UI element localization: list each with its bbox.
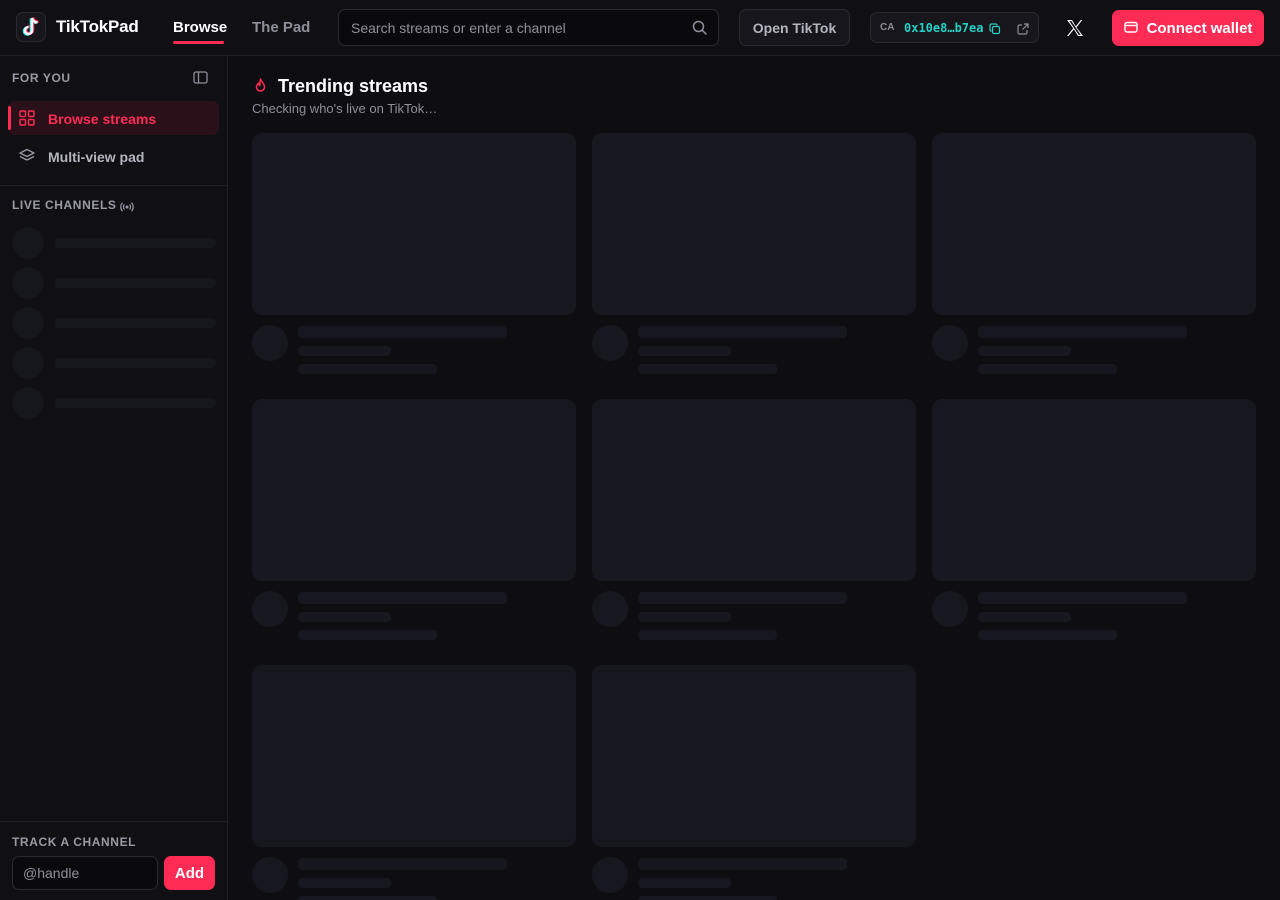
stream-card-skeleton	[932, 133, 1256, 383]
sidebar-divider	[0, 821, 228, 822]
sidebar-item-multi-view-pad[interactable]: Multi-view pad	[8, 139, 219, 173]
wallet-icon	[1123, 20, 1138, 37]
contract-label: CA	[880, 22, 895, 33]
search-box	[338, 9, 719, 46]
top-bar: TikTokPad Browse The Pad Open TikTok CA …	[0, 0, 1280, 56]
live-channel-skeleton	[12, 347, 216, 379]
page-subtitle: Checking who's live on TikTok…	[252, 101, 438, 116]
app-name: TikTokPad	[56, 17, 139, 36]
for-you-heading: FOR YOU	[12, 71, 71, 85]
active-tab-indicator	[173, 41, 224, 44]
live-channels-heading: LIVE CHANNELS	[12, 198, 117, 212]
sidebar-item-label: Multi-view pad	[48, 149, 145, 165]
live-channel-skeleton	[12, 387, 216, 419]
page-title: Trending streams	[278, 76, 429, 96]
track-channel-heading: TRACK A CHANNEL	[12, 835, 137, 849]
stream-card-skeleton	[592, 133, 916, 383]
tab-browse[interactable]: Browse	[173, 19, 227, 36]
sidebar-item-browse-streams[interactable]: Browse streams	[8, 101, 219, 135]
sidebar: FOR YOU Browse streams Multi-view pad LI…	[0, 56, 228, 900]
grid-icon	[19, 110, 35, 131]
flame-icon	[254, 78, 267, 98]
stream-card-skeleton	[252, 399, 576, 649]
tab-the-pad[interactable]: The Pad	[252, 19, 310, 36]
contract-address[interactable]: 0x10e8…b7ea	[904, 21, 983, 35]
broadcast-icon	[120, 199, 134, 217]
stream-card-skeleton	[252, 665, 576, 900]
add-channel-button[interactable]: Add	[164, 856, 215, 890]
live-channel-skeleton	[12, 267, 216, 299]
stream-card-skeleton	[252, 133, 576, 383]
main-content: Trending streams Checking who's live on …	[229, 56, 1280, 900]
live-channel-skeleton	[12, 307, 216, 339]
layers-icon	[19, 148, 35, 169]
sidebar-collapse-icon[interactable]	[193, 71, 208, 89]
sidebar-divider	[0, 185, 228, 186]
connect-wallet-button[interactable]: Connect wallet	[1112, 10, 1264, 46]
tiktok-logo-icon[interactable]	[16, 12, 46, 42]
search-icon[interactable]	[692, 20, 707, 40]
open-tiktok-button[interactable]: Open TikTok	[739, 9, 850, 46]
contract-address-chip: CA 0x10e8…b7ea	[870, 12, 1039, 43]
stream-card-skeleton	[932, 399, 1256, 649]
handle-input[interactable]	[12, 856, 158, 890]
copy-icon[interactable]	[989, 22, 1001, 40]
x-logo-icon[interactable]	[1063, 16, 1087, 40]
connect-wallet-label: Connect wallet	[1146, 19, 1253, 37]
stream-card-skeleton	[592, 399, 916, 649]
search-input[interactable]	[351, 10, 681, 45]
sidebar-item-label: Browse streams	[48, 111, 157, 127]
stream-card-skeleton	[592, 665, 916, 900]
external-link-icon[interactable]	[1017, 22, 1029, 40]
live-channel-skeleton	[12, 227, 216, 259]
